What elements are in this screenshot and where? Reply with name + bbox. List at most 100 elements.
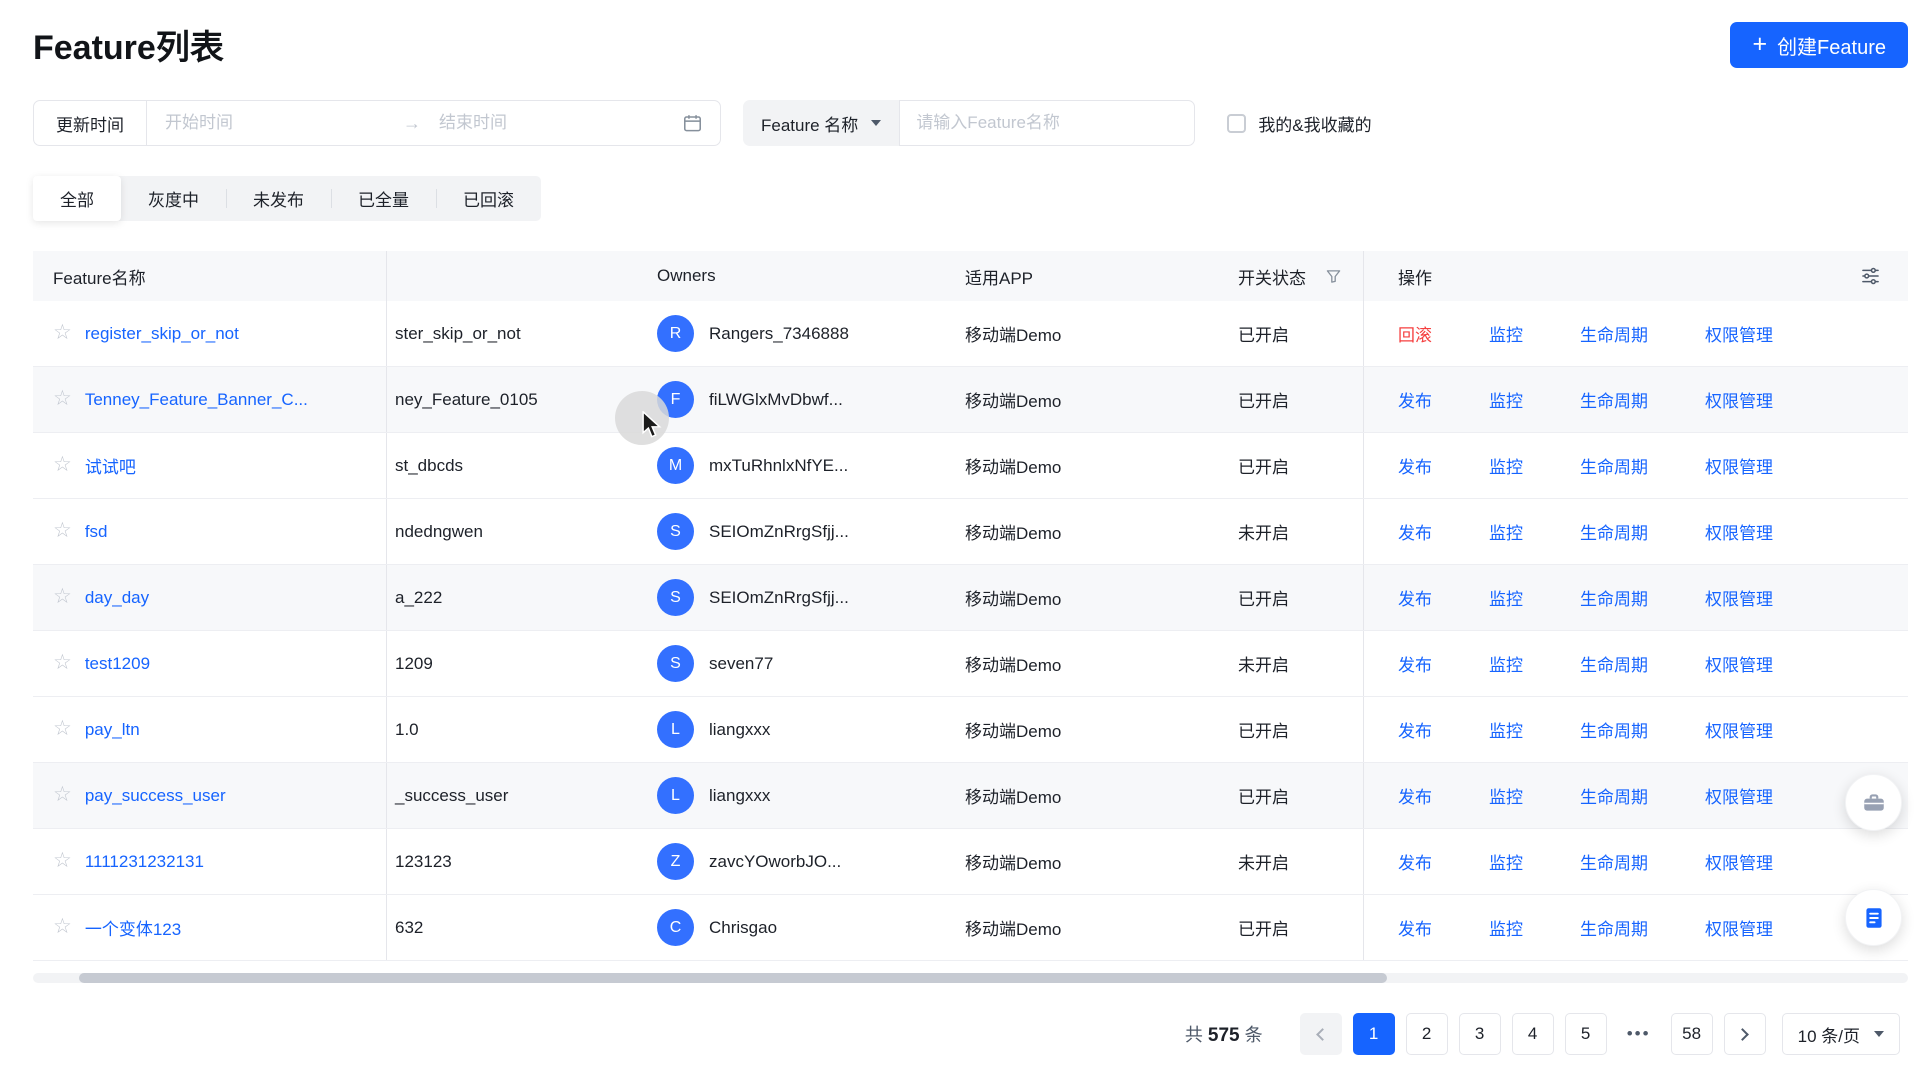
table-row: ☆ day_day a_222 S SEIOmZnRrgSfjj... 移动端D… [33, 565, 1908, 631]
tab-all[interactable]: 全部 [33, 176, 121, 221]
filter-funnel-icon[interactable] [1326, 269, 1341, 284]
table-row: ☆ register_skip_or_not ster_skip_or_not … [33, 301, 1908, 367]
op-monitor-link[interactable]: 监控 [1489, 585, 1523, 610]
op-permissions-link[interactable]: 权限管理 [1705, 387, 1773, 412]
page-button-2[interactable]: 2 [1406, 1013, 1448, 1055]
op-monitor-link[interactable]: 监控 [1489, 651, 1523, 676]
feature-name-link[interactable]: fsd [85, 522, 108, 542]
favorite-star-icon[interactable]: ☆ [53, 388, 72, 409]
op-publish-or-rollback-link[interactable]: 发布 [1398, 783, 1432, 808]
ops-cell: 发布 监控 生命周期 权限管理 [1363, 433, 1908, 498]
op-publish-or-rollback-link[interactable]: 发布 [1398, 849, 1432, 874]
op-lifecycle-link[interactable]: 生命周期 [1580, 783, 1648, 808]
op-monitor-link[interactable]: 监控 [1489, 717, 1523, 742]
feature-name-link[interactable]: 试试吧 [85, 453, 136, 478]
op-permissions-link[interactable]: 权限管理 [1705, 849, 1773, 874]
op-permissions-link[interactable]: 权限管理 [1705, 717, 1773, 742]
favorite-star-icon[interactable]: ☆ [53, 850, 72, 871]
favorite-star-icon[interactable]: ☆ [53, 784, 72, 805]
op-permissions-link[interactable]: 权限管理 [1705, 915, 1773, 940]
op-monitor-link[interactable]: 监控 [1489, 453, 1523, 478]
feature-key-text: ster_skip_or_not [395, 324, 521, 344]
op-publish-or-rollback-link[interactable]: 发布 [1398, 519, 1432, 544]
mine-checkbox[interactable] [1227, 114, 1246, 133]
calendar-icon[interactable] [683, 114, 702, 133]
op-publish-or-rollback-link[interactable]: 发布 [1398, 717, 1432, 742]
favorite-star-icon[interactable]: ☆ [53, 322, 72, 343]
op-lifecycle-link[interactable]: 生命周期 [1580, 651, 1648, 676]
create-feature-button[interactable]: + 创建Feature [1730, 22, 1908, 68]
feedback-fab[interactable] [1845, 889, 1902, 946]
feature-name-link[interactable]: pay_ltn [85, 720, 140, 740]
tab-graying[interactable]: 灰度中 [121, 176, 226, 221]
op-lifecycle-link[interactable]: 生命周期 [1580, 321, 1648, 346]
feature-name-input[interactable] [899, 100, 1195, 146]
op-monitor-link[interactable]: 监控 [1489, 915, 1523, 940]
op-monitor-link[interactable]: 监控 [1489, 783, 1523, 808]
page-ellipsis[interactable]: ••• [1618, 1013, 1660, 1055]
op-monitor-link[interactable]: 监控 [1489, 849, 1523, 874]
op-lifecycle-link[interactable]: 生命周期 [1580, 915, 1648, 940]
assistant-fab[interactable] [1845, 774, 1902, 831]
op-lifecycle-link[interactable]: 生命周期 [1580, 717, 1648, 742]
op-lifecycle-link[interactable]: 生命周期 [1580, 387, 1648, 412]
op-lifecycle-link[interactable]: 生命周期 [1580, 585, 1648, 610]
op-permissions-link[interactable]: 权限管理 [1705, 585, 1773, 610]
owners-cell: L liangxxx [611, 763, 935, 828]
op-permissions-link[interactable]: 权限管理 [1705, 651, 1773, 676]
favorite-star-icon[interactable]: ☆ [53, 586, 72, 607]
ops-cell: 发布 监控 生命周期 权限管理 [1363, 763, 1908, 828]
feature-key-cell: a_222 [387, 565, 611, 630]
horizontal-scrollbar[interactable] [33, 973, 1908, 983]
op-monitor-link[interactable]: 监控 [1489, 519, 1523, 544]
next-page-button[interactable] [1724, 1013, 1766, 1055]
feature-name-link[interactable]: 1111231232131 [85, 852, 204, 872]
op-publish-or-rollback-link[interactable]: 发布 [1398, 651, 1432, 676]
op-permissions-link[interactable]: 权限管理 [1705, 519, 1773, 544]
tab-unpublished[interactable]: 未发布 [226, 176, 331, 221]
feature-name-link[interactable]: pay_success_user [85, 786, 226, 806]
op-permissions-link[interactable]: 权限管理 [1705, 321, 1773, 346]
op-publish-or-rollback-link[interactable]: 发布 [1398, 387, 1432, 412]
op-publish-or-rollback-link[interactable]: 回滚 [1398, 321, 1432, 346]
op-lifecycle-link[interactable]: 生命周期 [1580, 453, 1648, 478]
start-time-input[interactable] [147, 113, 403, 133]
ops-cell: 发布 监控 生命周期 权限管理 [1363, 697, 1908, 762]
end-time-input[interactable] [421, 113, 677, 133]
prev-page-button[interactable] [1300, 1013, 1342, 1055]
op-monitor-link[interactable]: 监控 [1489, 387, 1523, 412]
scrollbar-thumb[interactable] [79, 973, 1387, 983]
page-button-1[interactable]: 1 [1353, 1013, 1395, 1055]
tab-full-release[interactable]: 已全量 [331, 176, 436, 221]
page-button-5[interactable]: 5 [1565, 1013, 1607, 1055]
op-publish-or-rollback-link[interactable]: 发布 [1398, 453, 1432, 478]
feature-name-link[interactable]: Tenney_Feature_Banner_C... [85, 390, 308, 410]
feature-name-link[interactable]: register_skip_or_not [85, 324, 239, 344]
favorite-star-icon[interactable]: ☆ [53, 454, 72, 475]
mine-favorites-filter[interactable]: 我的&我收藏的 [1227, 111, 1371, 136]
page-button-4[interactable]: 4 [1512, 1013, 1554, 1055]
col-header-feature-name: Feature名称 [33, 251, 387, 301]
feature-name-link[interactable]: day_day [85, 588, 149, 608]
op-lifecycle-link[interactable]: 生命周期 [1580, 519, 1648, 544]
feature-name-link[interactable]: 一个变体123 [85, 915, 181, 940]
op-lifecycle-link[interactable]: 生命周期 [1580, 849, 1648, 874]
feature-name-link[interactable]: test1209 [85, 654, 150, 674]
search-field-select[interactable]: Feature 名称 [743, 100, 899, 146]
op-monitor-link[interactable]: 监控 [1489, 321, 1523, 346]
update-time-label[interactable]: 更新时间 [34, 101, 147, 145]
column-settings-icon[interactable] [1861, 268, 1880, 285]
favorite-star-icon[interactable]: ☆ [53, 718, 72, 739]
tab-rolled-back[interactable]: 已回滚 [436, 176, 541, 221]
owners-cell: S SEIOmZnRrgSfjj... [611, 565, 935, 630]
op-publish-or-rollback-link[interactable]: 发布 [1398, 915, 1432, 940]
page-size-select[interactable]: 10 条/页 [1782, 1013, 1900, 1055]
page-button-last[interactable]: 58 [1671, 1013, 1713, 1055]
favorite-star-icon[interactable]: ☆ [53, 916, 72, 937]
op-publish-or-rollback-link[interactable]: 发布 [1398, 585, 1432, 610]
op-permissions-link[interactable]: 权限管理 [1705, 783, 1773, 808]
favorite-star-icon[interactable]: ☆ [53, 652, 72, 673]
op-permissions-link[interactable]: 权限管理 [1705, 453, 1773, 478]
page-button-3[interactable]: 3 [1459, 1013, 1501, 1055]
favorite-star-icon[interactable]: ☆ [53, 520, 72, 541]
